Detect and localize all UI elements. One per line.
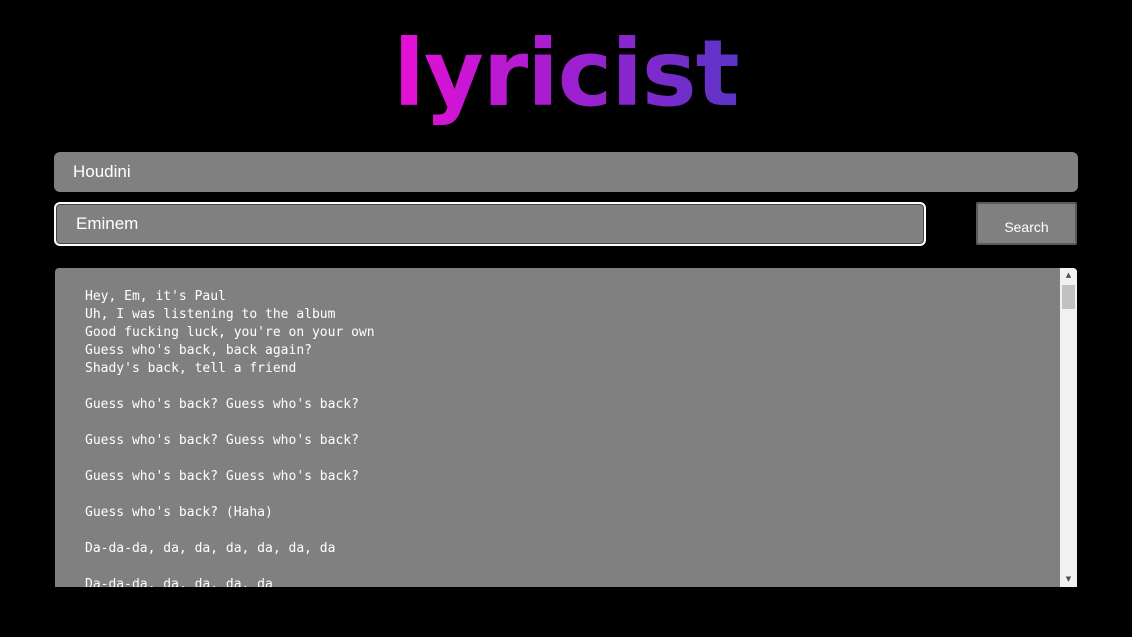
lyrics-scrollbar[interactable]: ▲ ▼ — [1060, 268, 1077, 587]
lyrics-panel[interactable]: Hey, Em, it's Paul Uh, I was listening t… — [55, 268, 1077, 587]
lyrics-text: Hey, Em, it's Paul Uh, I was listening t… — [85, 289, 375, 587]
song-title-input[interactable] — [54, 152, 1078, 192]
app-logo-text: lyricist — [393, 20, 739, 127]
scroll-down-arrow-icon[interactable]: ▼ — [1060, 572, 1077, 587]
artist-input[interactable] — [54, 202, 926, 246]
page: lyricist Search Hey, Em, it's Paul Uh, I… — [0, 0, 1132, 637]
search-button[interactable]: Search — [976, 202, 1077, 245]
app-logo: lyricist — [0, 14, 1132, 134]
scroll-up-arrow-icon[interactable]: ▲ — [1060, 268, 1077, 283]
scrollbar-thumb[interactable] — [1062, 285, 1075, 309]
